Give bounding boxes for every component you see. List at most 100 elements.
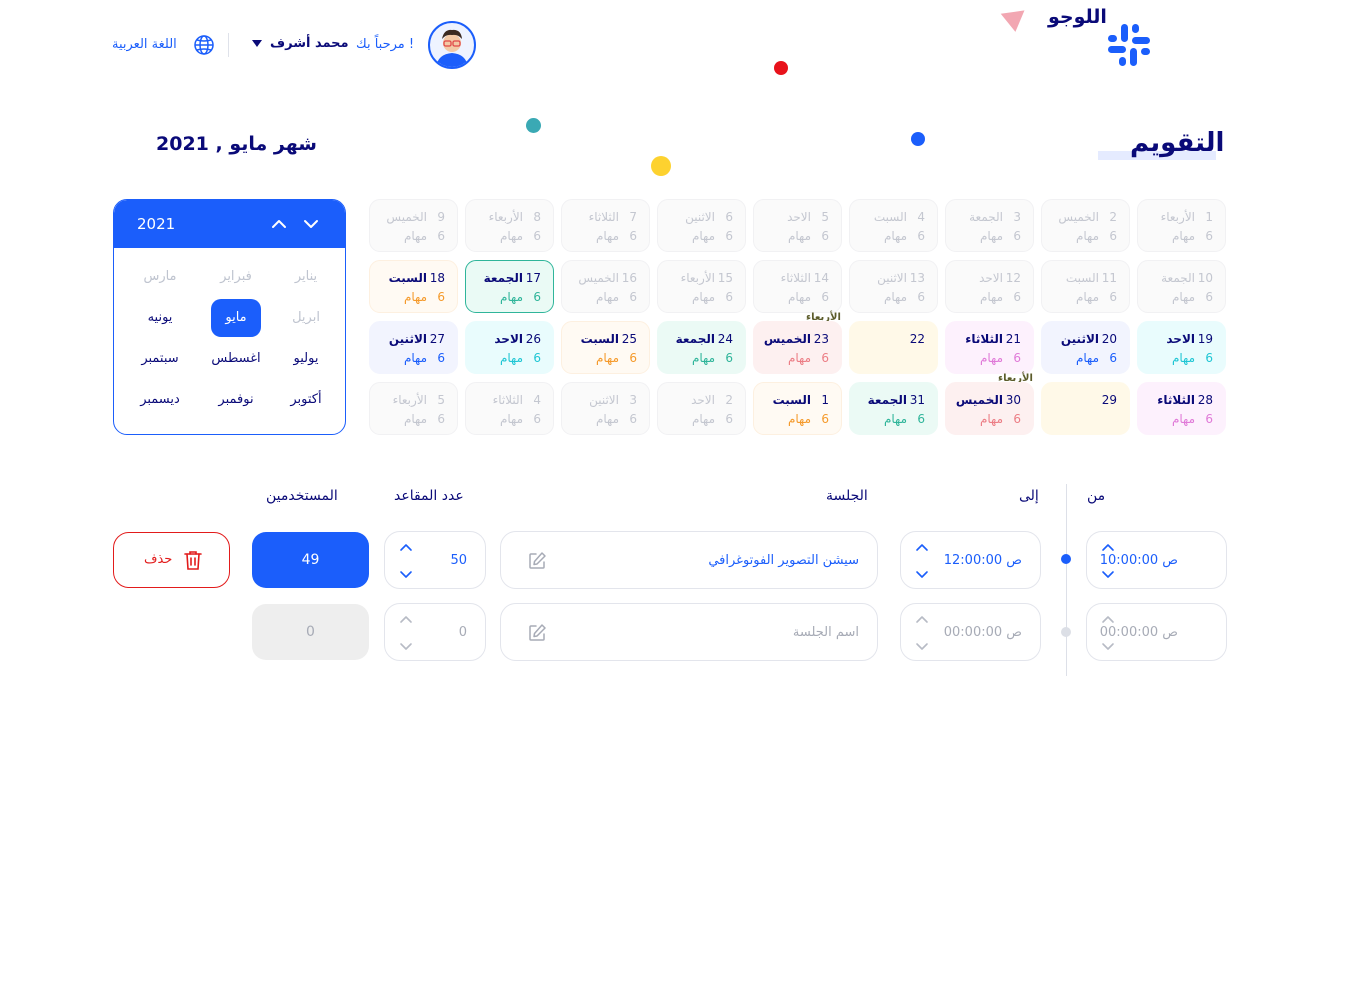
chevron-up-icon[interactable] [1101, 613, 1115, 623]
calendar-day[interactable]: 20 الاثنين 6 مهام [1041, 321, 1130, 374]
day-name: الخميس [578, 271, 619, 285]
avatar[interactable] [428, 21, 476, 69]
calendar-day[interactable]: 31 الجمعة 6 مهام [849, 382, 938, 435]
chevron-down-icon[interactable] [399, 569, 413, 579]
chevron-down-icon[interactable] [1101, 569, 1115, 579]
chevron-up-icon[interactable] [1101, 541, 1115, 551]
month-item[interactable]: ابريل [281, 299, 331, 337]
session-name-field[interactable]: سيشن التصوير الفوتوغرافي [500, 531, 878, 589]
day-name: الأربعاء [488, 210, 523, 224]
to-time-field[interactable]: 00:00:00 ص [900, 603, 1041, 661]
chevron-down-icon[interactable] [915, 641, 929, 651]
month-item[interactable]: اغسطس [211, 340, 261, 378]
calendar-day[interactable]: 12 الاحد 6 مهام [945, 260, 1034, 313]
day-number: 13 [909, 271, 925, 285]
calendar-day[interactable]: 26 الاحد 6 مهام [465, 321, 554, 374]
chevron-up-icon[interactable] [399, 541, 413, 551]
edit-icon[interactable] [527, 623, 547, 643]
calendar-day[interactable]: 17 الجمعة 6 مهام [465, 260, 554, 313]
day-number: 6 [725, 210, 733, 224]
calendar-day[interactable]: 7 الثلاثاء 6 مهام [561, 199, 650, 252]
task-count: 6 [725, 290, 733, 304]
language-switch[interactable]: اللغة العربية [112, 37, 177, 52]
seats-field[interactable]: 50 [384, 531, 486, 589]
day-number: 4 [533, 393, 541, 407]
month-item[interactable]: ديسمبر [135, 381, 185, 419]
calendar-day[interactable]: 11 السبت 6 مهام [1041, 260, 1130, 313]
month-item[interactable]: فبراير [211, 258, 261, 296]
calendar-day[interactable]: 22 الأربعاء [806, 312, 938, 374]
calendar-day[interactable]: 15 الأربعاء 6 مهام [657, 260, 746, 313]
calendar-day[interactable]: 23 الخميس 6 مهام [753, 321, 842, 374]
month-item[interactable]: سبتمبر [135, 340, 185, 378]
month-item[interactable]: مايو [211, 299, 261, 337]
calendar-day[interactable]: 1 السبت 6 مهام [753, 382, 842, 435]
edit-icon[interactable] [527, 551, 547, 571]
day-number: 23 [813, 332, 829, 346]
calendar-day[interactable]: 29 الأربعاء [998, 373, 1130, 435]
from-time-field-value: 00:00:00 ص [1099, 625, 1178, 640]
user-name[interactable]: محمد أشرف [270, 36, 349, 51]
chevron-down-icon[interactable] [1101, 641, 1115, 651]
calendar-day[interactable]: 21 الثلاثاء 6 مهام [945, 321, 1034, 374]
month-item[interactable]: يناير [281, 258, 331, 296]
calendar-day[interactable]: 14 الثلاثاء 6 مهام [753, 260, 842, 313]
chevron-up-icon[interactable] [399, 613, 413, 623]
calendar-day[interactable]: 4 الثلاثاء 6 مهام [465, 382, 554, 435]
chevron-down-icon[interactable] [915, 569, 929, 579]
chevron-down-icon[interactable] [399, 641, 413, 651]
task-count: 6 [1013, 290, 1021, 304]
month-item[interactable]: يونيه [135, 299, 185, 337]
calendar-day[interactable]: 5 الاحد 6 مهام [753, 199, 842, 252]
calendar-day[interactable]: 30 الخميس 6 مهام [945, 382, 1034, 435]
from-time-field[interactable]: 10:00:00 ص [1086, 531, 1227, 589]
task-label: مهام [1075, 290, 1099, 304]
calendar-day[interactable]: 19 الاحد 6 مهام [1137, 321, 1226, 374]
calendar-day[interactable]: 10 الجمعة 6 مهام [1137, 260, 1226, 313]
session-name-field[interactable]: اسم الجلسة [500, 603, 878, 661]
calendar-day[interactable]: 27 الاثنين 6 مهام [369, 321, 458, 374]
day-number: 12 [1005, 271, 1021, 285]
calendar-day[interactable]: 5 الأربعاء 6 مهام [369, 382, 458, 435]
calendar-day[interactable]: 16 الخميس 6 مهام [561, 260, 650, 313]
calendar-day[interactable]: 24 الجمعة 6 مهام [657, 321, 746, 374]
task-label: مهام [787, 351, 811, 365]
task-count: 6 [1205, 229, 1213, 243]
chevron-up-icon[interactable] [915, 541, 929, 551]
day-number: 2 [725, 393, 733, 407]
logo-icon[interactable] [1106, 22, 1152, 68]
chevron-down-icon[interactable] [300, 213, 322, 235]
task-count: 6 [1109, 229, 1117, 243]
day-name: الخميس [1058, 210, 1099, 224]
calendar-day[interactable]: 8 الأربعاء 6 مهام [465, 199, 554, 252]
calendar-day[interactable]: 9 الخميس 6 مهام [369, 199, 458, 252]
chevron-up-icon[interactable] [268, 213, 290, 235]
calendar-day[interactable]: 25 السبت 6 مهام [561, 321, 650, 374]
delete-button[interactable]: حذف [113, 532, 230, 588]
day-number: 16 [621, 271, 637, 285]
task-label: مهام [1171, 229, 1195, 243]
calendar-day[interactable]: 2 الاحد 6 مهام [657, 382, 746, 435]
day-number: 3 [1013, 210, 1021, 224]
seats-field[interactable]: 0 [384, 603, 486, 661]
calendar-day[interactable]: 3 الاثنين 6 مهام [561, 382, 650, 435]
calendar-day[interactable]: 2 الخميس 6 مهام [1041, 199, 1130, 252]
month-item[interactable]: نوفمبر [211, 381, 261, 419]
calendar-day[interactable]: 18 السبت 6 مهام [369, 260, 458, 313]
globe-icon[interactable] [193, 34, 215, 56]
calendar-day[interactable]: 6 الاثنين 6 مهام [657, 199, 746, 252]
calendar-day[interactable]: 13 الاثنين 6 مهام [849, 260, 938, 313]
calendar-day[interactable]: 4 السبت 6 مهام [849, 199, 938, 252]
day-name: الجمعة [675, 332, 715, 346]
picker-year: 2021 [137, 215, 176, 233]
chevron-down-icon[interactable] [252, 40, 262, 47]
month-item[interactable]: مارس [135, 258, 185, 296]
month-item[interactable]: أكتوبر [281, 381, 331, 419]
calendar-day[interactable]: 3 الجمعة 6 مهام [945, 199, 1034, 252]
month-item[interactable]: يوليو [281, 340, 331, 378]
from-time-field[interactable]: 00:00:00 ص [1086, 603, 1227, 661]
chevron-up-icon[interactable] [915, 613, 929, 623]
calendar-day[interactable]: 28 الثلاثاء 6 مهام [1137, 382, 1226, 435]
to-time-field[interactable]: 12:00:00 ص [900, 531, 1041, 589]
calendar-day[interactable]: 1 الأربعاء 6 مهام [1137, 199, 1226, 252]
